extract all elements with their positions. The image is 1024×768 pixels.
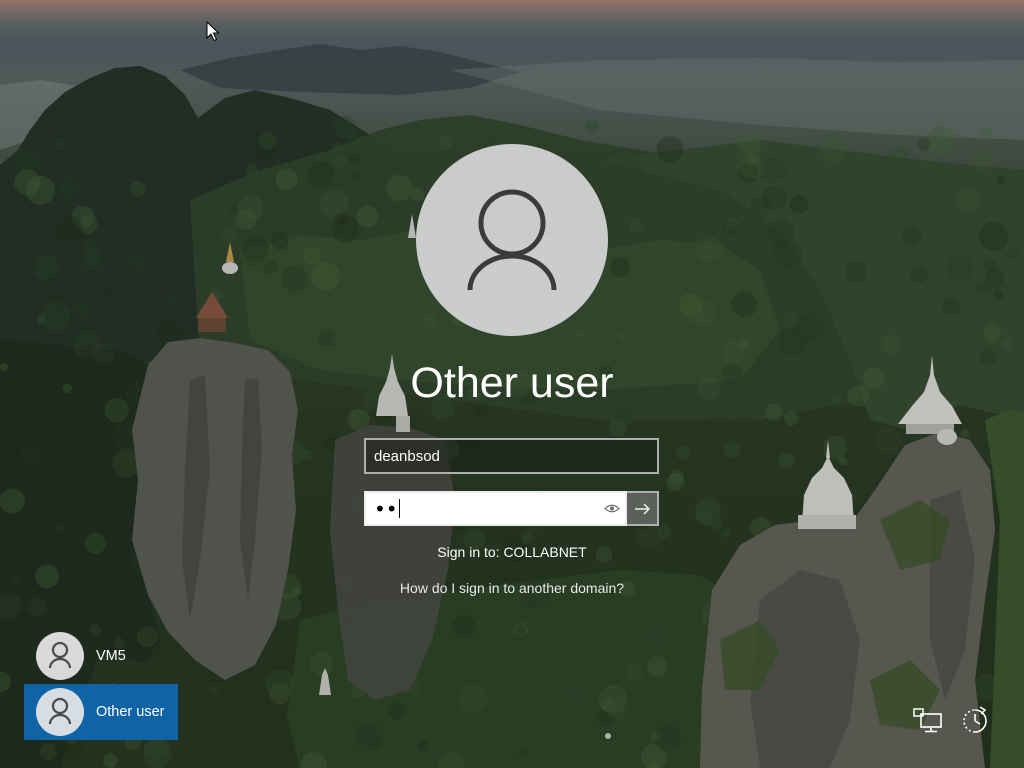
password-field[interactable]: •• (364, 491, 627, 526)
account-title: Other user (410, 359, 614, 407)
user-avatar-icon (48, 697, 72, 725)
ease-icon-arc (974, 709, 987, 733)
lock-screen: Other user •• Sign in to: COLLABNET How … (0, 0, 1024, 768)
network-icon[interactable] (912, 707, 944, 735)
avatar-shoulders (48, 713, 72, 725)
user-avatar-icon (48, 641, 72, 669)
password-dots: •• (374, 496, 398, 521)
ease-icon-dashed-arc (963, 709, 976, 733)
sign-in-domain-text: Sign in to: COLLABNET (437, 544, 587, 560)
user-item-label: VM5 (96, 648, 126, 664)
ease-icon-arrow (979, 706, 987, 715)
arrow-right-icon (635, 502, 650, 515)
submit-button[interactable] (627, 491, 659, 526)
eye-icon[interactable] (604, 503, 620, 514)
arrow-shape (635, 502, 650, 515)
username-input[interactable] (364, 438, 659, 474)
user-avatar (36, 688, 84, 736)
eye-pupil (610, 506, 614, 511)
other-domain-help-link[interactable]: How do I sign in to another domain? (262, 578, 762, 598)
network-icon-monitor (920, 713, 942, 728)
user-item-vm5[interactable]: VM5 (24, 628, 178, 684)
avatar-head (478, 189, 546, 257)
user-avatar (36, 632, 84, 680)
user-avatar-icon (467, 189, 557, 291)
user-item-other-user[interactable]: Other user (24, 684, 178, 740)
text-caret (398, 499, 401, 518)
user-item-label: Other user (96, 704, 165, 720)
ease-icon-hand (974, 714, 981, 725)
avatar-shoulders (467, 253, 557, 291)
avatar-head (51, 641, 69, 659)
avatar-head (51, 697, 69, 715)
account-avatar (416, 144, 608, 336)
ease-of-access-icon[interactable] (959, 705, 991, 737)
password-text: •• (374, 493, 401, 524)
avatar-shoulders (48, 657, 72, 669)
